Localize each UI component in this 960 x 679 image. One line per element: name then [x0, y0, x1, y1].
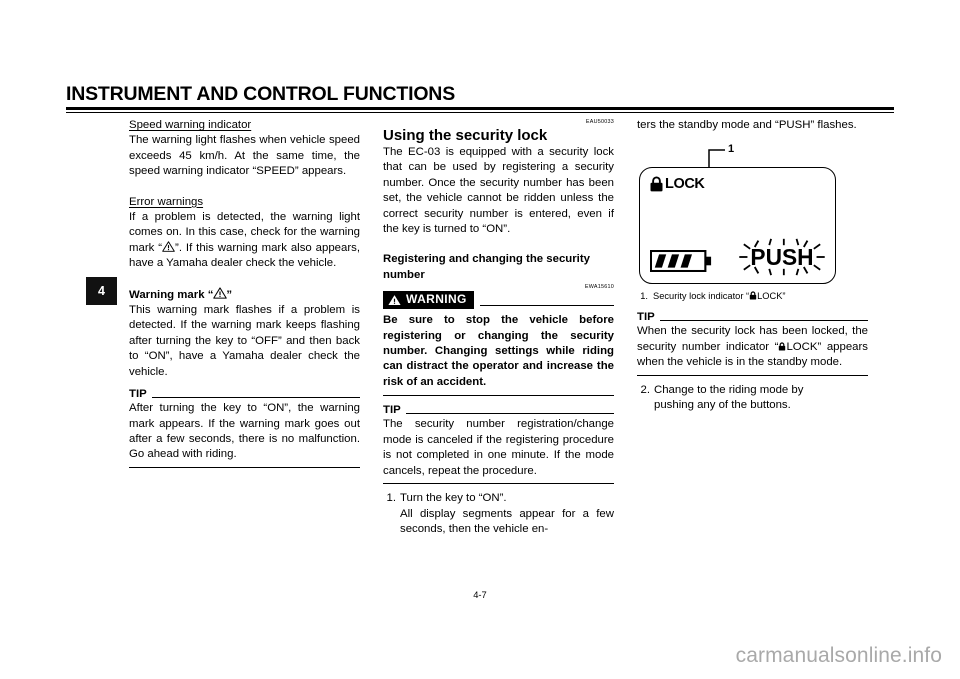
- steps-list-middle: 1. Turn the key to “ON”. All display seg…: [383, 491, 615, 538]
- warning-triangle-icon: [162, 241, 175, 252]
- continuation-text: ters the standby mode and “PUSH” flashes…: [637, 119, 857, 131]
- left-column: Speed warning indicator The warning ligh…: [129, 118, 360, 468]
- figure-caption: 1. Security lock indicator “ LOCK”: [637, 290, 868, 303]
- padlock-icon: [649, 176, 664, 192]
- list-item: All display segments appear for a few se…: [383, 507, 614, 538]
- left-tip-label: TIP: [129, 388, 147, 401]
- warning-triangle-icon: [213, 287, 228, 299]
- padlock-icon: [749, 291, 757, 300]
- page-number: 4-7: [473, 589, 487, 600]
- warning-mark-heading-part1: Warning mark “: [129, 288, 214, 301]
- right-tip-rule: [659, 319, 868, 321]
- figure-caption-number: 1.: [640, 291, 648, 302]
- lcd-push-text: PUSH: [750, 245, 813, 271]
- list-item: 2. Change to the riding mode by: [637, 383, 868, 398]
- lcd-display-figure: 1 LOCK PUSH: [637, 142, 868, 290]
- ref-code-ewa: EWA15610: [584, 284, 614, 291]
- warning-triangle-icon: [388, 294, 401, 306]
- lcd-lock-label: LOCK: [665, 175, 705, 192]
- warning-badge: WARNING: [383, 291, 474, 310]
- lcd-lock-indicator: LOCK: [649, 175, 705, 192]
- left-tip-bottom-rule: [129, 466, 360, 468]
- step-text-line1: Change to the riding mode by: [654, 383, 804, 396]
- site-watermark: carmanualsonline.info: [735, 644, 942, 667]
- security-lock-heading: Using the security lock: [383, 127, 548, 144]
- warning-rule: [479, 304, 614, 306]
- speed-warning-heading: Speed warning indicator: [129, 119, 252, 131]
- step-number-spacer: [637, 398, 650, 413]
- chapter-tab-4: 4: [86, 277, 117, 305]
- warning-header: WARNING: [383, 291, 614, 310]
- security-lock-body: The EC-03 is equipped with a security lo…: [383, 146, 614, 236]
- right-tip-header: TIP: [637, 310, 868, 324]
- middle-column: EAU50033 Using the security lock The EC-…: [383, 118, 614, 537]
- steps-list-right: 2. Change to the riding mode by pushing …: [637, 383, 868, 414]
- figure-caption-text: Security lock indicator “ LOCK”: [653, 290, 786, 303]
- title-rule-thick: [66, 107, 894, 111]
- step-text-line2: All display segments appear for a few se…: [400, 507, 614, 535]
- middle-tip-header: TIP: [383, 403, 614, 417]
- left-tip-header: TIP: [129, 387, 360, 401]
- figure-caption-part1: Security lock indicator “: [653, 291, 750, 302]
- warning-mark-body: This warning mark flashes if a problem i…: [129, 304, 360, 378]
- title-rule-thin: [66, 111, 894, 113]
- battery-level-icon: [649, 250, 713, 273]
- right-column: ters the standby mode and “PUSH” flashes…: [637, 118, 868, 414]
- middle-tip-label: TIP: [383, 404, 401, 417]
- step-number: 2.: [640, 383, 651, 396]
- page-header: INSTRUMENT AND CONTROL FUNCTIONS: [66, 84, 894, 113]
- middle-tip-body: The security number registration/change …: [383, 418, 614, 477]
- warning-body: Be sure to stop the vehicle before regis…: [383, 314, 614, 388]
- step-text-line1: Turn the key to “ON”.: [400, 492, 507, 505]
- lcd-panel: LOCK PUSH: [639, 167, 836, 285]
- lcd-push-indicator: PUSH: [736, 237, 828, 277]
- step-number-spacer: [383, 507, 396, 538]
- middle-tip-rule: [405, 412, 614, 414]
- warning-label: WARNING: [406, 292, 467, 307]
- list-item: 1. Turn the key to “ON”.: [383, 491, 614, 506]
- speed-warning-body: The warning light flashes when vehicle s…: [129, 134, 360, 178]
- error-warnings-heading: Error warnings: [129, 195, 204, 208]
- warning-mark-heading: Warning mark “ ”: [129, 287, 360, 303]
- left-tip-rule: [151, 396, 360, 398]
- left-tip-body: After turning the key to “ON”, the warni…: [129, 402, 360, 461]
- right-tip-label: TIP: [637, 311, 655, 324]
- error-warnings-body: If a problem is detected, the warning li…: [129, 210, 360, 272]
- page-title: INSTRUMENT AND CONTROL FUNCTIONS: [66, 83, 455, 105]
- right-tip-body: When the security lock has been locked, …: [637, 324, 868, 370]
- warning-mark-heading-part2: ”: [226, 288, 233, 301]
- step-text-line2: pushing any of the buttons.: [654, 399, 791, 412]
- registering-heading: Registering and changing the security nu…: [383, 253, 590, 281]
- figure-caption-part2: LOCK”: [757, 291, 786, 302]
- ref-code-eau: EAU50033: [585, 119, 614, 125]
- list-item: pushing any of the buttons.: [637, 398, 868, 413]
- chapter-tab-number: 4: [98, 284, 105, 298]
- step-number: 1.: [386, 492, 397, 505]
